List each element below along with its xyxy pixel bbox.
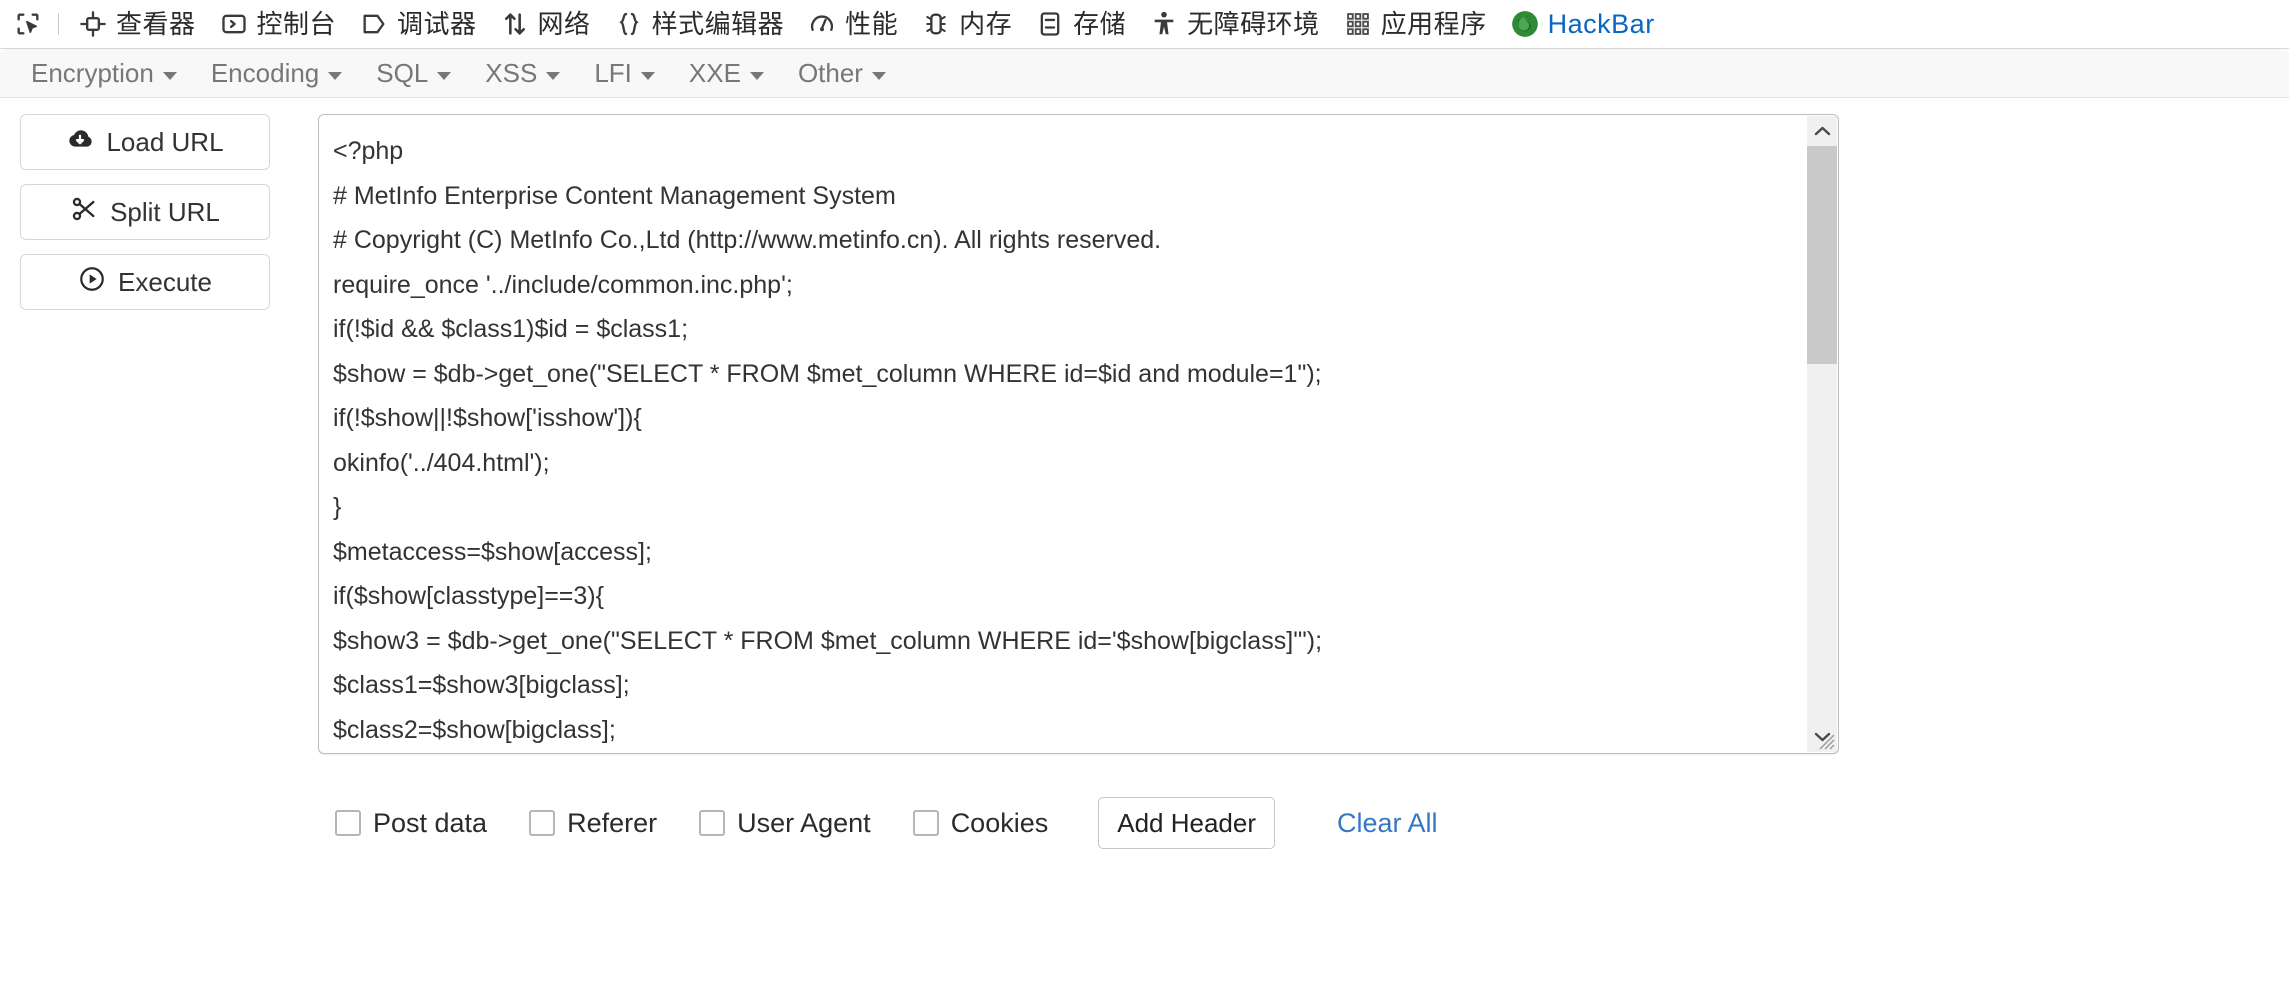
menu-label: XSS [485, 58, 538, 88]
load-url-button[interactable]: Load URL [20, 114, 270, 170]
checkbox-user-agent[interactable]: User Agent [699, 807, 871, 838]
devtools-tab-label: 性能 [845, 9, 899, 39]
devtools-tab-storage[interactable]: 存储 [1024, 4, 1138, 44]
checkbox-post-data[interactable]: Post data [335, 807, 488, 838]
devtools-toolbar: 查看器 控制台 调试器 网络 样式编辑器 性能 内存 存储 无障碍环境 应用程序… [0, 0, 2289, 49]
devtools-tab-label: 存储 [1073, 9, 1127, 39]
chevron-down-icon [749, 72, 764, 80]
element-picker-icon[interactable] [6, 4, 50, 44]
resize-grip-icon[interactable] [1814, 729, 1836, 751]
checkbox-label: User Agent [737, 807, 871, 838]
firefox-icon [1511, 10, 1539, 38]
hackbar-menu-xss[interactable]: XSS [468, 60, 577, 86]
hackbar-menu-encoding[interactable]: Encoding [194, 60, 359, 86]
devtools-tab-label: 无障碍环境 [1187, 9, 1320, 39]
devtools-tab-memory[interactable]: 内存 [910, 4, 1024, 44]
checkbox-referer[interactable]: Referer [529, 807, 658, 838]
textarea-scrollbar[interactable] [1807, 116, 1837, 752]
checkbox-box[interactable] [529, 810, 556, 836]
menu-label: LFI [594, 58, 632, 88]
devtools-tab-accessibility[interactable]: 无障碍环境 [1138, 4, 1332, 44]
side-button-label: Execute [118, 266, 212, 297]
hackbar-menu-lfi[interactable]: LFI [577, 60, 672, 86]
checkbox-box[interactable] [699, 810, 726, 836]
checkbox-label: Referer [567, 807, 658, 838]
devtools-tab-performance[interactable]: 性能 [796, 4, 910, 44]
menu-label: SQL [376, 58, 429, 88]
console-icon [220, 10, 248, 38]
debugger-icon [360, 10, 388, 38]
devtools-tab-application[interactable]: 应用程序 [1332, 4, 1499, 44]
chevron-down-icon [162, 72, 177, 80]
hackbar-editor-area: <?php # MetInfo Enterprise Content Manag… [318, 114, 1839, 849]
chevron-down-icon [871, 72, 886, 80]
hackbar-menu-bar: Encryption Encoding SQL XSS LFI XXE Othe… [0, 49, 2289, 98]
execute-button[interactable]: Execute [20, 254, 270, 310]
devtools-tab-debugger[interactable]: 调试器 [348, 4, 489, 44]
scrollbar-thumb[interactable] [1807, 146, 1837, 364]
accessibility-icon [1150, 10, 1178, 38]
devtools-tab-inspector[interactable]: 查看器 [67, 4, 208, 44]
devtools-tab-label: HackBar [1547, 8, 1655, 39]
devtools-tab-label: 控制台 [256, 9, 337, 39]
clear-all-link[interactable]: Clear All [1337, 808, 1438, 839]
request-options-bar: Post data Referer User Agent Cookies Add… [318, 797, 1839, 849]
request-textarea-container: <?php # MetInfo Enterprise Content Manag… [318, 114, 1839, 754]
chevron-down-icon [437, 72, 452, 80]
chevron-down-icon [328, 72, 343, 80]
devtools-tab-style-editor[interactable]: 样式编辑器 [603, 4, 797, 44]
menu-label: Encoding [210, 58, 320, 88]
performance-icon [808, 10, 836, 38]
devtools-tab-console[interactable]: 控制台 [208, 4, 349, 44]
devtools-tab-label: 调试器 [397, 9, 477, 39]
devtools-tab-label: 网络 [537, 9, 591, 39]
devtools-tab-label: 应用程序 [1380, 9, 1487, 39]
memory-icon [922, 10, 950, 38]
hackbar-menu-xxe[interactable]: XXE [672, 60, 781, 86]
hackbar-menu-encryption[interactable]: Encryption [14, 60, 194, 86]
hackbar-body: Load URL Split URL Execute <?php # MetIn… [0, 98, 2289, 849]
checkbox-box[interactable] [912, 810, 939, 836]
menu-label: Other [797, 58, 863, 88]
menu-label: Encryption [31, 58, 154, 88]
scissors-icon [70, 195, 98, 230]
style-editor-icon [615, 10, 643, 38]
menu-label: XXE [688, 58, 741, 88]
add-header-button[interactable]: Add Header [1098, 797, 1275, 849]
split-url-button[interactable]: Split URL [20, 184, 270, 240]
play-circle-icon [78, 265, 106, 300]
devtools-tab-hackbar[interactable]: HackBar [1499, 4, 1667, 44]
devtools-tab-network[interactable]: 网络 [489, 4, 603, 44]
checkbox-cookies[interactable]: Cookies [912, 807, 1049, 838]
devtools-tab-label: 内存 [959, 9, 1013, 39]
inspector-icon [79, 10, 107, 38]
scrollbar-up-button[interactable] [1807, 116, 1837, 146]
side-button-label: Split URL [110, 196, 220, 227]
chevron-down-icon [546, 72, 561, 80]
checkbox-box[interactable] [335, 810, 361, 836]
hackbar-menu-other[interactable]: Other [781, 60, 903, 86]
application-icon [1344, 10, 1372, 38]
cloud-download-icon [66, 125, 94, 160]
checkbox-label: Post data [373, 807, 488, 838]
network-icon [501, 10, 529, 38]
toolbar-divider [58, 13, 59, 35]
checkbox-label: Cookies [950, 807, 1049, 838]
request-textarea[interactable]: <?php # MetInfo Enterprise Content Manag… [319, 115, 1807, 753]
devtools-tab-label: 查看器 [116, 9, 196, 39]
scrollbar-track[interactable] [1807, 146, 1837, 722]
side-button-label: Load URL [106, 126, 224, 157]
storage-icon [1036, 10, 1064, 38]
devtools-tab-label: 样式编辑器 [651, 9, 785, 39]
hackbar-action-sidebar: Load URL Split URL Execute [20, 114, 270, 849]
chevron-down-icon [640, 72, 655, 80]
hackbar-menu-sql[interactable]: SQL [359, 60, 468, 86]
